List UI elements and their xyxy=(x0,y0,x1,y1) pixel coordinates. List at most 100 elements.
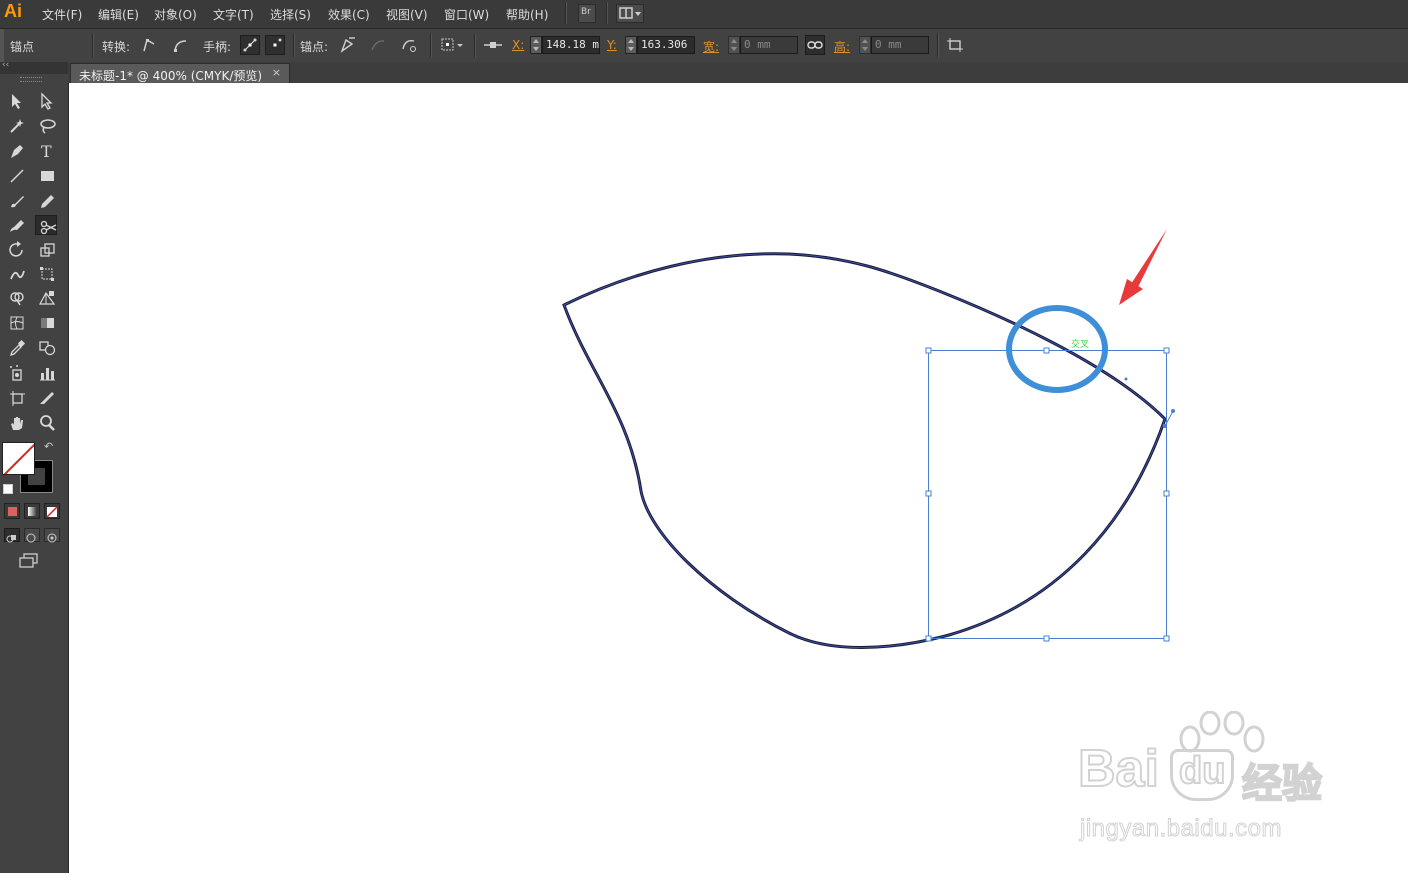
change-screen-mode-button[interactable] xyxy=(18,552,40,570)
gradient-icon xyxy=(41,318,54,328)
menu-type[interactable]: 文字(T) xyxy=(213,6,254,23)
menu-window[interactable]: 窗口(W) xyxy=(444,6,489,23)
menu-edit[interactable]: 编辑(E) xyxy=(98,6,139,23)
hide-handles-icon xyxy=(273,38,282,47)
connect-endpoints-button[interactable] xyxy=(368,35,388,55)
direct-selection-tool[interactable] xyxy=(35,90,57,110)
menu-help[interactable]: 帮助(H) xyxy=(506,6,548,23)
convert-to-corner-button[interactable] xyxy=(139,35,159,55)
show-handles-icon xyxy=(243,38,257,52)
document-tab-title: 未标题-1* @ 400% (CMYK/预览) xyxy=(79,69,263,83)
collapse-icon: ‹‹ xyxy=(2,60,10,70)
rotate-tool[interactable] xyxy=(5,239,27,259)
document-tab-bar: 未标题-1* @ 400% (CMYK/预览) × xyxy=(68,62,1408,83)
free-transform-tool[interactable] xyxy=(35,263,57,283)
symbol-sprayer-tool[interactable] xyxy=(5,362,27,382)
column-graph-tool[interactable] xyxy=(35,362,57,382)
menu-effect[interactable]: 效果(C) xyxy=(328,6,370,23)
none-icon xyxy=(46,506,58,518)
x-stepper[interactable] xyxy=(530,36,542,54)
draw-normal-button[interactable] xyxy=(4,528,20,543)
rectangle-tool[interactable] xyxy=(35,165,57,185)
arrange-documents-icon xyxy=(619,7,641,19)
slice-tool[interactable] xyxy=(35,387,57,407)
type-tool[interactable]: T xyxy=(35,140,57,161)
lasso-tool[interactable] xyxy=(35,115,57,135)
mesh-tool[interactable] xyxy=(5,312,27,332)
artboard-canvas[interactable]: 交叉 Bai du 经验 jingyan.baidu.com xyxy=(69,83,1408,873)
cut-path-at-anchor-button[interactable] xyxy=(399,35,419,55)
draw-inside-button[interactable] xyxy=(44,528,60,543)
anchors-label: 锚点: xyxy=(300,40,329,54)
gradient-tool[interactable] xyxy=(35,312,57,332)
default-fill-stroke-icon[interactable] xyxy=(3,484,13,494)
paintbrush-tool[interactable] xyxy=(5,190,27,210)
width-stepper[interactable] xyxy=(728,36,740,54)
line-segment-tool[interactable] xyxy=(5,165,27,185)
color-mode-button[interactable] xyxy=(4,503,20,519)
x-field[interactable]: 148.18 mm xyxy=(542,36,600,54)
align-point-icon xyxy=(484,42,502,48)
convert-to-smooth-button[interactable] xyxy=(170,35,190,55)
selection-tool[interactable] xyxy=(5,90,27,110)
y-field[interactable]: 163.306 mm xyxy=(637,36,695,54)
scissors-tool[interactable] xyxy=(35,215,57,235)
direction-handle-point[interactable] xyxy=(1171,409,1175,413)
fill-swatch-front[interactable] xyxy=(2,442,35,475)
swap-fill-stroke-icon[interactable]: ↶ xyxy=(44,440,53,453)
pencil-tool[interactable] xyxy=(35,190,57,210)
align-anchor-button[interactable] xyxy=(482,35,502,55)
highlight-circle xyxy=(1006,305,1108,393)
selection-icon xyxy=(12,94,21,109)
paintbrush-icon xyxy=(11,196,24,208)
width-field[interactable]: 0 mm xyxy=(740,36,798,54)
workspace-arrange-button[interactable] xyxy=(616,4,644,23)
none-color-icon xyxy=(3,443,34,474)
lasso-icon xyxy=(40,119,56,134)
constrain-proportions-button[interactable] xyxy=(805,35,825,55)
app-logo: Ai xyxy=(4,1,22,21)
gradient-mode-button[interactable] xyxy=(24,503,40,519)
menu-view[interactable]: 视图(V) xyxy=(386,6,428,23)
menu-file[interactable]: 文件(F) xyxy=(42,6,82,23)
close-icon[interactable]: × xyxy=(272,66,281,79)
bridge-button[interactable]: Br xyxy=(578,4,596,23)
red-arrow-annotation xyxy=(1119,229,1167,305)
anchor-dot xyxy=(1124,377,1128,381)
height-stepper[interactable] xyxy=(859,36,871,54)
hide-handles-multiple-button[interactable] xyxy=(265,35,285,55)
height-field[interactable]: 0 mm xyxy=(871,36,929,54)
blend-tool[interactable] xyxy=(35,337,57,357)
hand-tool[interactable] xyxy=(5,412,27,432)
menu-object[interactable]: 对象(O) xyxy=(154,6,197,23)
tools-panel-header[interactable]: ‹‹ xyxy=(0,60,68,82)
isolate-selected-button[interactable] xyxy=(945,35,965,55)
eyedropper-tool[interactable] xyxy=(5,337,27,357)
watermark-du: du xyxy=(1178,749,1226,793)
anchor-point[interactable] xyxy=(1163,424,1167,428)
remove-anchor-button[interactable] xyxy=(337,35,357,55)
isolate-icon xyxy=(947,38,963,52)
blob-brush-tool[interactable] xyxy=(5,215,27,235)
draw-behind-button[interactable] xyxy=(24,528,40,543)
cut-path-icon xyxy=(402,39,416,52)
zoom-icon xyxy=(40,415,55,431)
document-tab[interactable]: 未标题-1* @ 400% (CMYK/预览) × xyxy=(70,63,290,83)
y-stepper[interactable] xyxy=(625,36,637,54)
anchor-panel-title: 锚点 xyxy=(10,40,35,54)
none-mode-button[interactable] xyxy=(44,503,60,519)
reference-point-dropdown[interactable] xyxy=(439,35,467,55)
pen-tool[interactable] xyxy=(5,140,27,160)
draw-inside-icon xyxy=(47,533,57,543)
menu-select[interactable]: 选择(S) xyxy=(270,6,311,23)
perspective-grid-tool[interactable] xyxy=(35,287,57,307)
tools-panel: ‹‹ T ↶ xyxy=(0,60,69,873)
warp-tool[interactable] xyxy=(5,263,27,283)
pen-minus-icon xyxy=(340,37,355,53)
magic-wand-tool[interactable] xyxy=(5,115,27,135)
show-handles-multiple-button[interactable] xyxy=(240,35,260,55)
zoom-tool[interactable] xyxy=(35,412,57,432)
scale-tool[interactable] xyxy=(35,239,57,259)
artboard-tool[interactable] xyxy=(5,387,27,407)
shape-builder-tool[interactable] xyxy=(5,287,27,307)
